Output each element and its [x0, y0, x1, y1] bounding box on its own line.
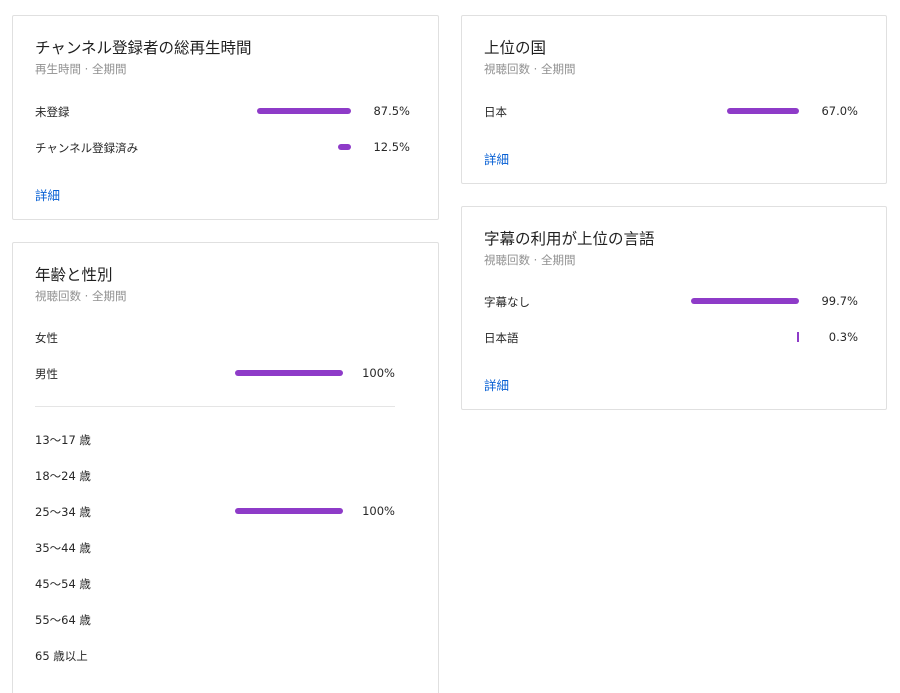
bar-track: [235, 436, 343, 442]
row-label: 35〜44 歳: [35, 541, 91, 555]
card-subtitle: 視聴回数 · 全期間: [484, 253, 576, 267]
card-title: 年齢と性別: [35, 266, 113, 284]
list-item: 18〜24 歳: [35, 466, 395, 486]
row-label: 日本語: [484, 331, 519, 345]
row-value: 100%: [362, 504, 395, 518]
list-item: 55〜64 歳: [35, 610, 395, 630]
bar-fill: [235, 370, 343, 376]
bar-fill: [337, 144, 351, 150]
bar-track: [691, 332, 799, 342]
divider: [35, 406, 395, 407]
details-link[interactable]: 詳細: [35, 185, 60, 204]
card-title: 字幕の利用が上位の言語: [484, 230, 655, 248]
subtitle-languages-card: 字幕の利用が上位の言語 視聴回数 · 全期間 字幕なし 99.7% 日本語 0.…: [461, 206, 887, 410]
bar-track: [235, 544, 343, 550]
list-item: 45〜54 歳: [35, 574, 395, 594]
list-item: 25〜34 歳 100%: [35, 502, 395, 522]
bar-track: [235, 370, 343, 376]
list-item: 日本 67.0%: [484, 102, 864, 122]
row-label: チャンネル登録済み: [35, 141, 139, 155]
row-label: 18〜24 歳: [35, 469, 91, 483]
top-countries-card: 上位の国 視聴回数 · 全期間 日本 67.0% 詳細: [461, 15, 887, 184]
row-label: 男性: [35, 367, 58, 381]
subscriber-watch-time-card: チャンネル登録者の総再生時間 再生時間 · 全期間 未登録 87.5% チャンネ…: [12, 15, 439, 220]
list-item: 13〜17 歳: [35, 430, 395, 450]
bar-track: [243, 108, 351, 114]
card-title: 上位の国: [484, 39, 547, 57]
card-subtitle: 再生時間 · 全期間: [35, 62, 127, 76]
bar-fill: [797, 332, 799, 342]
row-label: 65 歳以上: [35, 649, 88, 663]
bar-fill: [726, 108, 799, 114]
list-item: 65 歳以上: [35, 646, 395, 666]
bar-track: [691, 108, 799, 114]
bar-track: [235, 580, 343, 586]
bar-track: [235, 472, 343, 478]
details-link[interactable]: 詳細: [484, 149, 509, 168]
list-item: 男性 100%: [35, 364, 395, 384]
row-value: 12.5%: [373, 140, 410, 154]
bar-track: [235, 616, 343, 622]
list-item: 字幕なし 99.7%: [484, 292, 864, 312]
row-value: 99.7%: [821, 294, 858, 308]
age-gender-card: 年齢と性別 視聴回数 · 全期間 女性 男性 100% 13〜17 歳 18〜2…: [12, 242, 439, 693]
bar-track: [235, 508, 343, 514]
row-value: 0.3%: [828, 330, 858, 344]
row-label: 字幕なし: [484, 295, 530, 309]
row-value: 87.5%: [373, 104, 410, 118]
row-label: 日本: [484, 105, 507, 119]
list-item: 35〜44 歳: [35, 538, 395, 558]
row-label: 13〜17 歳: [35, 433, 91, 447]
list-item: 女性: [35, 328, 395, 348]
card-subtitle: 視聴回数 · 全期間: [35, 289, 127, 303]
row-label: 55〜64 歳: [35, 613, 91, 627]
row-value: 100%: [362, 366, 395, 380]
list-item: 日本語 0.3%: [484, 328, 864, 348]
bar-track: [691, 298, 799, 304]
row-label: 45〜54 歳: [35, 577, 91, 591]
row-label: 女性: [35, 331, 58, 345]
list-item: 未登録 87.5%: [35, 102, 415, 122]
row-label: 25〜34 歳: [35, 505, 91, 519]
bar-track: [243, 144, 351, 150]
bar-track: [235, 652, 343, 658]
row-label: 未登録: [35, 105, 70, 119]
row-value: 67.0%: [821, 104, 858, 118]
card-title: チャンネル登録者の総再生時間: [35, 39, 252, 57]
list-item: チャンネル登録済み 12.5%: [35, 138, 415, 158]
card-subtitle: 視聴回数 · 全期間: [484, 62, 576, 76]
bar-fill: [235, 508, 343, 514]
bar-fill: [691, 298, 799, 304]
details-link[interactable]: 詳細: [484, 375, 509, 394]
bar-fill: [256, 108, 351, 114]
bar-track: [235, 334, 343, 340]
